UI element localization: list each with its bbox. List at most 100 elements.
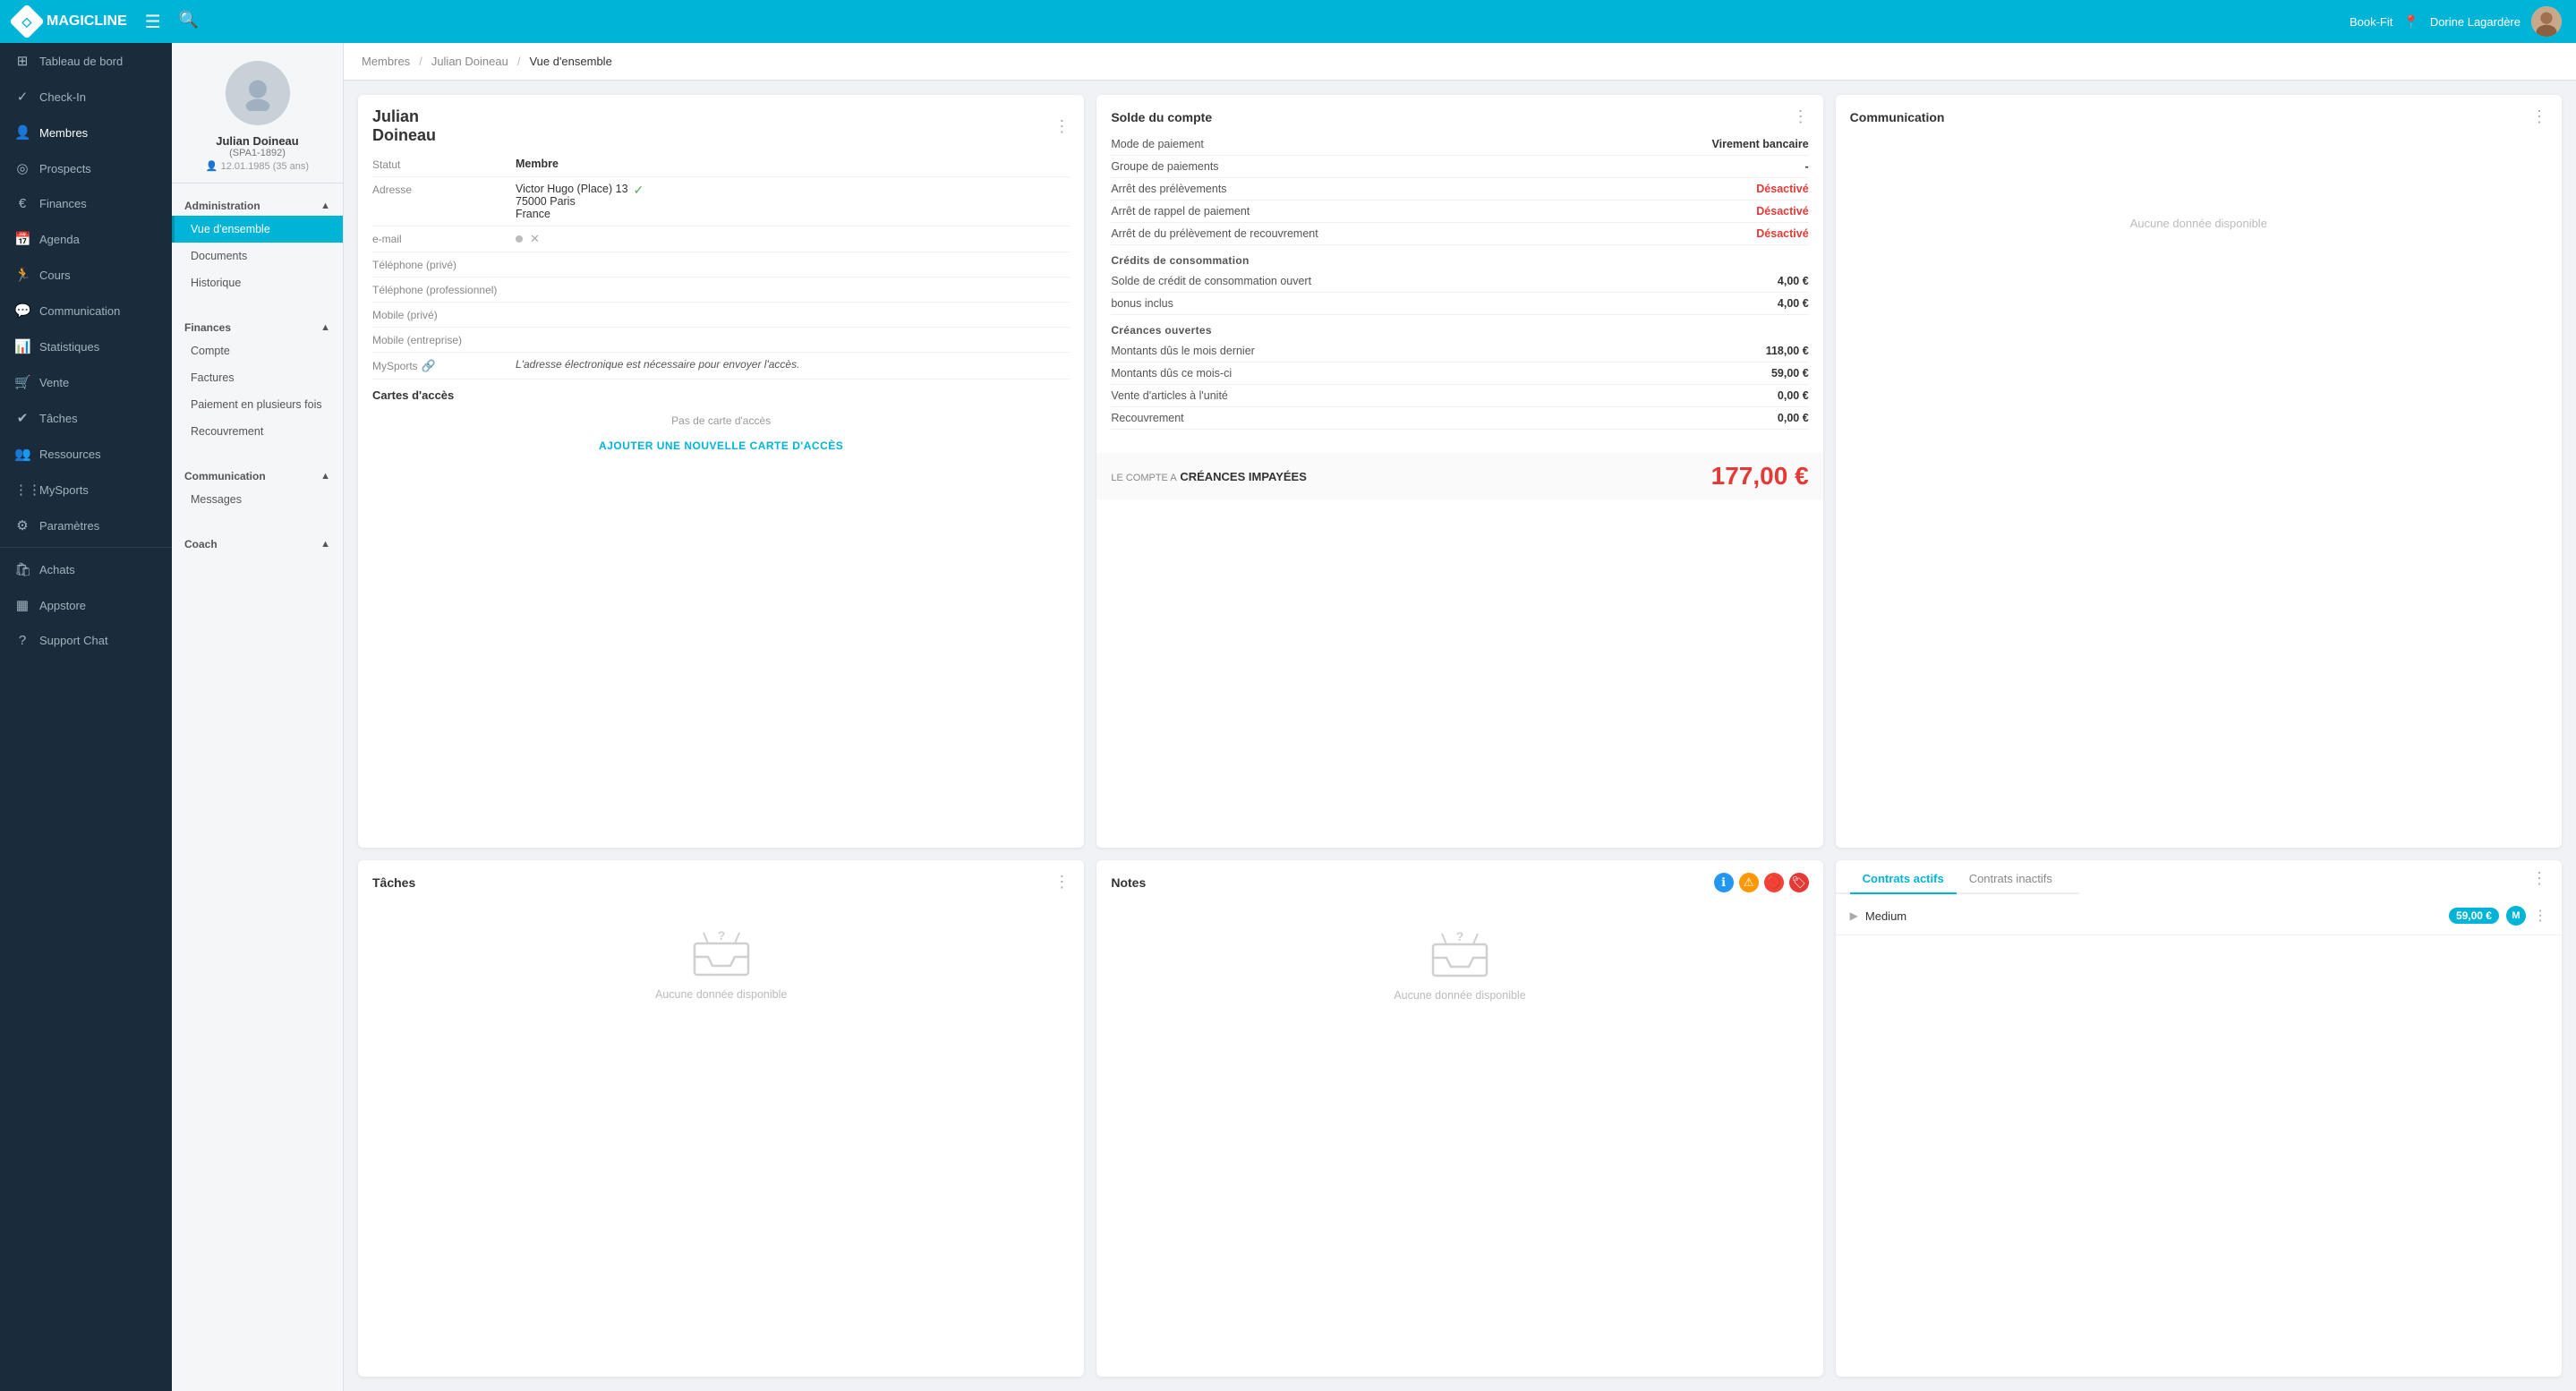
email-clear-icon[interactable]: ✕ <box>530 232 540 246</box>
sidebar-item-tableau-de-bord[interactable]: ⊞ Tableau de bord <box>0 43 172 79</box>
contract-row-menu[interactable]: ⋮ <box>2533 907 2547 925</box>
info-row-mobile-ent: Mobile (entreprise) <box>372 328 1070 353</box>
sub-item-historique[interactable]: Historique <box>172 269 343 296</box>
note-icon-warn[interactable]: ⚠ <box>1739 873 1759 892</box>
mois-ci-label: Montants dûs ce mois-ci <box>1111 367 1232 380</box>
sidebar-item-statistiques[interactable]: 📊 Statistiques <box>0 329 172 364</box>
comm-card-menu[interactable]: ⋮ <box>2531 107 2547 126</box>
user-name: Dorine Lagardère <box>2430 15 2521 29</box>
sub-item-messages[interactable]: Messages <box>172 486 343 513</box>
sidebar-item-ressources[interactable]: 👥 Ressources <box>0 436 172 472</box>
sidebar-item-finances[interactable]: € Finances <box>0 186 172 221</box>
bc-sep-2: / <box>517 55 521 68</box>
sidebar-item-communication[interactable]: 💬 Communication <box>0 293 172 329</box>
note-icon-info[interactable]: ℹ <box>1714 873 1734 892</box>
notes-card-title: Notes <box>1111 875 1146 890</box>
agenda-icon: 📅 <box>14 231 30 247</box>
total-row: LE COMPTE A CRÉANCES IMPAYÉES 177,00 € <box>1096 453 1822 499</box>
solde-card-menu[interactable]: ⋮ <box>1793 107 1809 126</box>
administration-label: Administration <box>184 200 260 212</box>
bonus-value: 4,00 € <box>1778 297 1809 310</box>
sub-item-factures[interactable]: Factures <box>172 364 343 391</box>
section-title-coach[interactable]: Coach ▲ <box>172 531 343 554</box>
contrats-card-menu[interactable]: ⋮ <box>2531 860 2547 897</box>
sidebar-label-statistiques: Statistiques <box>39 340 99 354</box>
menu-icon[interactable]: ☰ <box>145 11 161 33</box>
profile-dob: 👤 12.01.1985 (35 ans) <box>206 160 309 172</box>
topbar-icons: ☰ 🔍 <box>145 11 199 33</box>
email-controls: ✕ <box>516 232 540 246</box>
section-title-finances[interactable]: Finances ▲ <box>172 314 343 337</box>
mobile-ent-label: Mobile (entreprise) <box>372 333 516 346</box>
contrats-tabs-header: Contrats actifs Contrats inactifs ⋮ <box>1836 860 2562 897</box>
sub-item-paiement-plusieurs[interactable]: Paiement en plusieurs fois <box>172 391 343 418</box>
coach-label: Coach <box>184 538 218 550</box>
sub-section-finances: Finances ▲ Compte Factures Paiement en p… <box>172 305 343 454</box>
sidebar-item-appstore[interactable]: ▦ Appstore <box>0 587 172 623</box>
contract-price-badge: 59,00 € <box>2449 908 2499 924</box>
adresse-value: Victor Hugo (Place) 13 75000 Paris Franc… <box>516 183 1070 220</box>
sidebar-item-check-in[interactable]: ✓ Check-In <box>0 79 172 115</box>
taches-card-menu[interactable]: ⋮ <box>1053 873 1070 892</box>
chevron-communication: ▲ <box>320 471 330 482</box>
sidebar-item-mysports[interactable]: ⋮⋮ MySports <box>0 472 172 508</box>
sidebar-label-prospects: Prospects <box>39 162 91 175</box>
vente-label: Vente d'articles à l'unité <box>1111 389 1228 402</box>
solde-row-bonus: bonus inclus 4,00 € <box>1111 293 1808 315</box>
info-row-email: e-mail ✕ <box>372 226 1070 252</box>
appstore-icon: ▦ <box>14 597 30 613</box>
solde-row-mois-dernier: Montants dûs le mois dernier 118,00 € <box>1111 340 1808 363</box>
tab-contrats-inactifs[interactable]: Contrats inactifs <box>1957 863 2065 894</box>
contract-tabs: Contrats actifs Contrats inactifs <box>1836 863 2079 894</box>
bc-membres[interactable]: Membres <box>362 55 419 68</box>
creances-title: Créances ouvertes <box>1111 324 1808 337</box>
sidebar-item-cours[interactable]: 🏃 Cours <box>0 257 172 293</box>
tab-contrats-actifs[interactable]: Contrats actifs <box>1850 863 1957 894</box>
arret-rappel-label: Arrêt de rappel de paiement <box>1111 205 1250 218</box>
sidebar-label-taches: Tâches <box>39 412 78 425</box>
solde-row-arret-prel: Arrêt des prélèvements Désactivé <box>1111 178 1808 201</box>
taches-empty-icon: ? <box>690 926 753 979</box>
sidebar-item-prospects[interactable]: ◎ Prospects <box>0 150 172 186</box>
bc-sep-1: / <box>419 55 422 68</box>
mysports-value: L'adresse électronique est nécessaire po… <box>516 358 1070 371</box>
personal-card-menu[interactable]: ⋮ <box>1053 117 1070 136</box>
search-icon[interactable]: 🔍 <box>179 11 199 33</box>
sidebar-label-achats: Achats <box>39 563 75 576</box>
sidebar-item-parametres[interactable]: ⚙ Paramètres <box>0 508 172 543</box>
profile-id: (SPA1-1892) <box>229 148 286 158</box>
contrats-card: Contrats actifs Contrats inactifs ⋮ ▶ Me… <box>1836 860 2562 1377</box>
sidebar-label-support-chat: Support Chat <box>39 634 108 647</box>
note-icon-tag[interactable]: 🏷 <box>1789 873 1809 892</box>
arret-rappel-value: Désactivé <box>1756 205 1808 218</box>
bc-julian[interactable]: Julian Doineau <box>431 55 517 68</box>
svg-text:?: ? <box>1456 929 1464 943</box>
communication-icon: 💬 <box>14 303 30 319</box>
breadcrumb: Membres / Julian Doineau / Vue d'ensembl… <box>344 43 2576 81</box>
sidebar-item-membres[interactable]: 👤 Membres <box>0 115 172 150</box>
section-title-communication[interactable]: Communication ▲ <box>172 463 343 486</box>
sub-section-coach: Coach ▲ <box>172 522 343 563</box>
email-dot <box>516 235 523 243</box>
sub-item-recouvrement[interactable]: Recouvrement <box>172 418 343 445</box>
sub-item-documents[interactable]: Documents <box>172 243 343 269</box>
add-card-button[interactable]: AJOUTER UNE NOUVELLE CARTE D'ACCÈS <box>372 434 1070 457</box>
adresse-check-icon: ✓ <box>634 183 644 198</box>
note-icon-block[interactable]: 🚫 <box>1764 873 1784 892</box>
sidebar-item-taches[interactable]: ✔ Tâches <box>0 400 172 436</box>
mois-dernier-value: 118,00 € <box>1766 345 1809 357</box>
sidebar-item-vente[interactable]: 🛒 Vente <box>0 364 172 400</box>
sub-item-compte[interactable]: Compte <box>172 337 343 364</box>
sidebar-item-achats[interactable]: 🛍 Achats <box>0 551 172 587</box>
sidebar-label-membres: Membres <box>39 126 88 140</box>
bc-vue-ensemble: Vue d'ensemble <box>529 55 620 68</box>
sidebar-item-support-chat[interactable]: ? Support Chat <box>0 623 172 658</box>
sidebar-item-agenda[interactable]: 📅 Agenda <box>0 221 172 257</box>
sub-item-vue-ensemble[interactable]: Vue d'ensemble <box>172 216 343 243</box>
personal-info-card: Julian Doineau ⋮ Statut Membre Adresse <box>358 95 1084 848</box>
section-title-administration[interactable]: Administration ▲ <box>172 192 343 216</box>
member-lastname: Doineau <box>372 126 436 145</box>
member-profile: Julian Doineau (SPA1-1892) 👤 12.01.1985 … <box>172 43 343 183</box>
membres-icon: 👤 <box>14 124 30 141</box>
email-label: e-mail <box>372 232 516 245</box>
